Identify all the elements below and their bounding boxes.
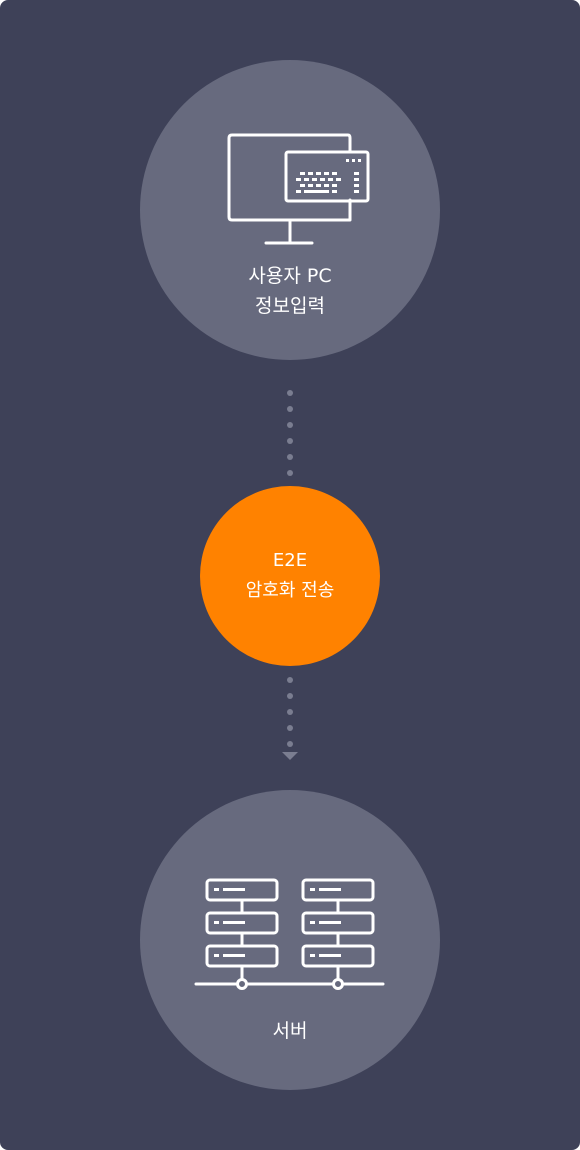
client-node: 사용자 PC 정보입력 bbox=[140, 60, 440, 360]
server-label: 서버 bbox=[272, 1020, 308, 1042]
server-rack-icon bbox=[194, 878, 385, 990]
monitor-keyboard-icon bbox=[227, 133, 370, 245]
client-label-line1: 사용자 PC bbox=[248, 265, 332, 287]
connector-dots-top bbox=[286, 390, 294, 486]
arrow-down-icon bbox=[282, 752, 298, 760]
diagram-panel: 사용자 PC 정보입력 E2E 암호화 전송 서버 bbox=[0, 0, 580, 1150]
e2e-transfer-node: E2E 암호화 전송 bbox=[200, 486, 380, 666]
server-node: 서버 bbox=[140, 790, 440, 1090]
client-label-line2: 정보입력 bbox=[255, 295, 325, 317]
connector-dots-bottom bbox=[286, 677, 294, 757]
transfer-label-line2: 암호화 전송 bbox=[245, 580, 335, 601]
transfer-label-line1: E2E bbox=[272, 550, 308, 571]
